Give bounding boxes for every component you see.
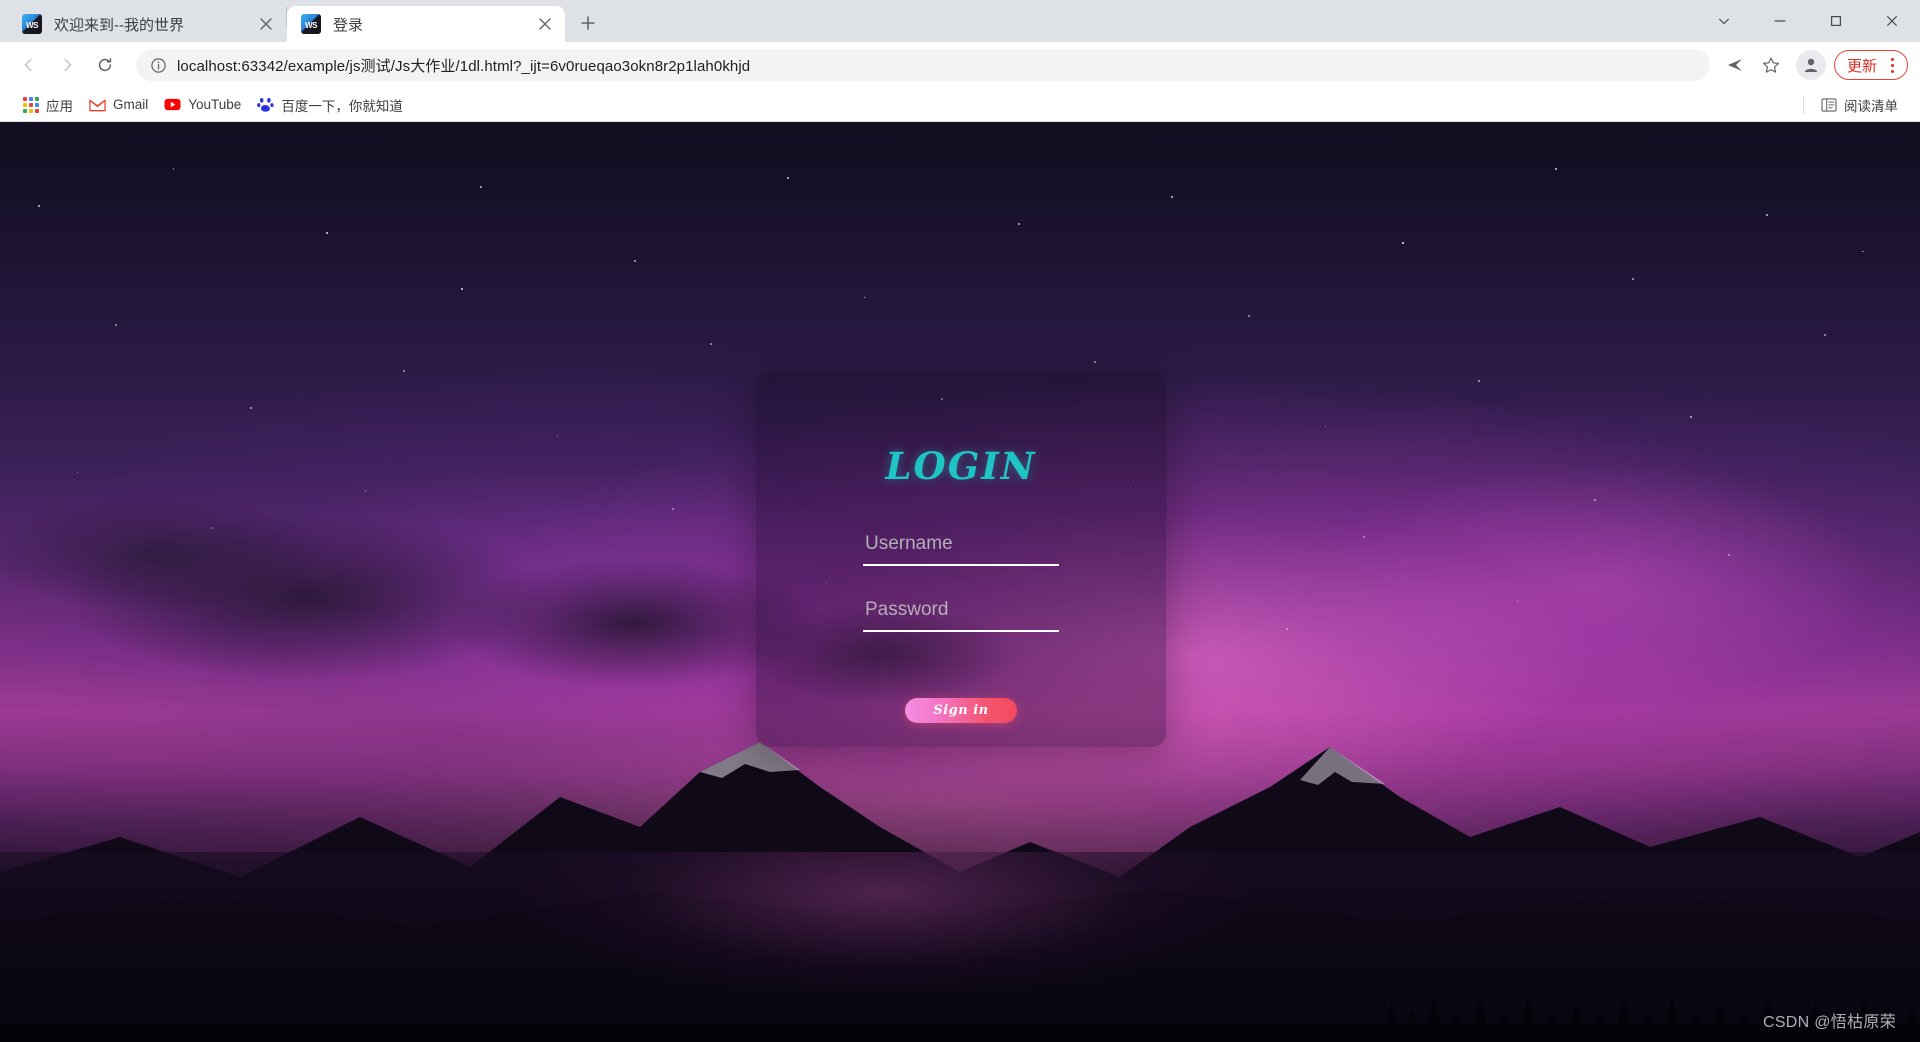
youtube-icon (164, 96, 181, 113)
page-title: LOGIN (885, 444, 1037, 488)
maximize-icon[interactable] (1808, 0, 1864, 42)
bookmark-star-icon[interactable] (1754, 48, 1788, 82)
baidu-icon (257, 96, 274, 113)
close-icon[interactable] (533, 12, 557, 36)
bookmark-label: 应用 (46, 98, 73, 114)
reading-list-button[interactable]: 阅读清单 (1812, 91, 1906, 119)
chrome-menu-icon[interactable] (1881, 52, 1903, 78)
reload-icon[interactable] (88, 48, 122, 82)
update-label: 更新 (1846, 57, 1877, 75)
gmail-icon (89, 96, 106, 113)
apps-grid-icon (22, 96, 39, 113)
back-icon[interactable] (12, 48, 46, 82)
toolbar-actions: 更新 (1718, 48, 1908, 82)
update-button[interactable]: 更新 (1833, 50, 1908, 80)
csdn-watermark: CSDN @悟枯原荣 (1762, 1014, 1896, 1031)
minimize-icon[interactable] (1752, 0, 1808, 42)
close-window-icon[interactable] (1864, 0, 1920, 42)
bookmark-youtube[interactable]: YouTube (156, 92, 249, 117)
password-field-wrapper (863, 596, 1059, 632)
bookmark-label: 百度一下，你就知道 (281, 98, 403, 114)
forward-icon[interactable] (50, 48, 84, 82)
window-controls (1696, 0, 1920, 42)
bookmarks-bar-right: 阅读清单 (1803, 91, 1906, 119)
browser-tab-1[interactable]: 欢迎来到--我的世界 (8, 6, 286, 42)
bookmark-label: Gmail (113, 97, 149, 112)
url-text: localhost:63342/example/js测试/Js大作业/1dl.h… (177, 57, 751, 75)
login-card: LOGIN Sign in (756, 372, 1166, 747)
bookmark-gmail[interactable]: Gmail (81, 92, 156, 117)
tab-title: 登录 (333, 16, 364, 34)
site-info-icon[interactable] (150, 57, 167, 74)
tab-title: 欢迎来到--我的世界 (54, 16, 184, 34)
webstorm-icon (301, 14, 321, 34)
divider (1803, 95, 1804, 114)
new-tab-button[interactable] (571, 6, 605, 40)
address-bar[interactable]: localhost:63342/example/js测试/Js大作业/1dl.h… (136, 49, 1710, 81)
page-viewport: LOGIN Sign in CSDN @悟枯原荣 (0, 122, 1920, 1042)
browser-tab-2[interactable]: 登录 (287, 6, 565, 42)
reading-list-icon (1820, 96, 1837, 113)
tab-strip: 欢迎来到--我的世界 登录 (0, 0, 1920, 42)
bookmark-apps[interactable]: 应用 (14, 91, 81, 119)
bookmark-baidu[interactable]: 百度一下，你就知道 (249, 91, 411, 119)
tab-search-icon[interactable] (1696, 0, 1752, 42)
share-icon[interactable] (1718, 48, 1752, 82)
password-input[interactable] (863, 596, 1059, 632)
avatar[interactable] (1795, 50, 1826, 80)
username-field-wrapper (863, 530, 1059, 566)
sign-in-button[interactable]: Sign in (905, 698, 1017, 723)
close-icon[interactable] (254, 12, 278, 36)
bookmark-label: YouTube (188, 97, 242, 112)
browser-toolbar: localhost:63342/example/js测试/Js大作业/1dl.h… (0, 42, 1920, 88)
browser-window: 欢迎来到--我的世界 登录 (0, 0, 1920, 1042)
grass-foreground (0, 952, 1920, 1042)
username-input[interactable] (863, 530, 1059, 566)
webstorm-icon (22, 14, 42, 34)
bookmarks-bar: 应用 Gmail YouTube 百度一下，你就知道 阅读清单 (0, 88, 1920, 122)
reading-list-label: 阅读清单 (1844, 98, 1898, 114)
